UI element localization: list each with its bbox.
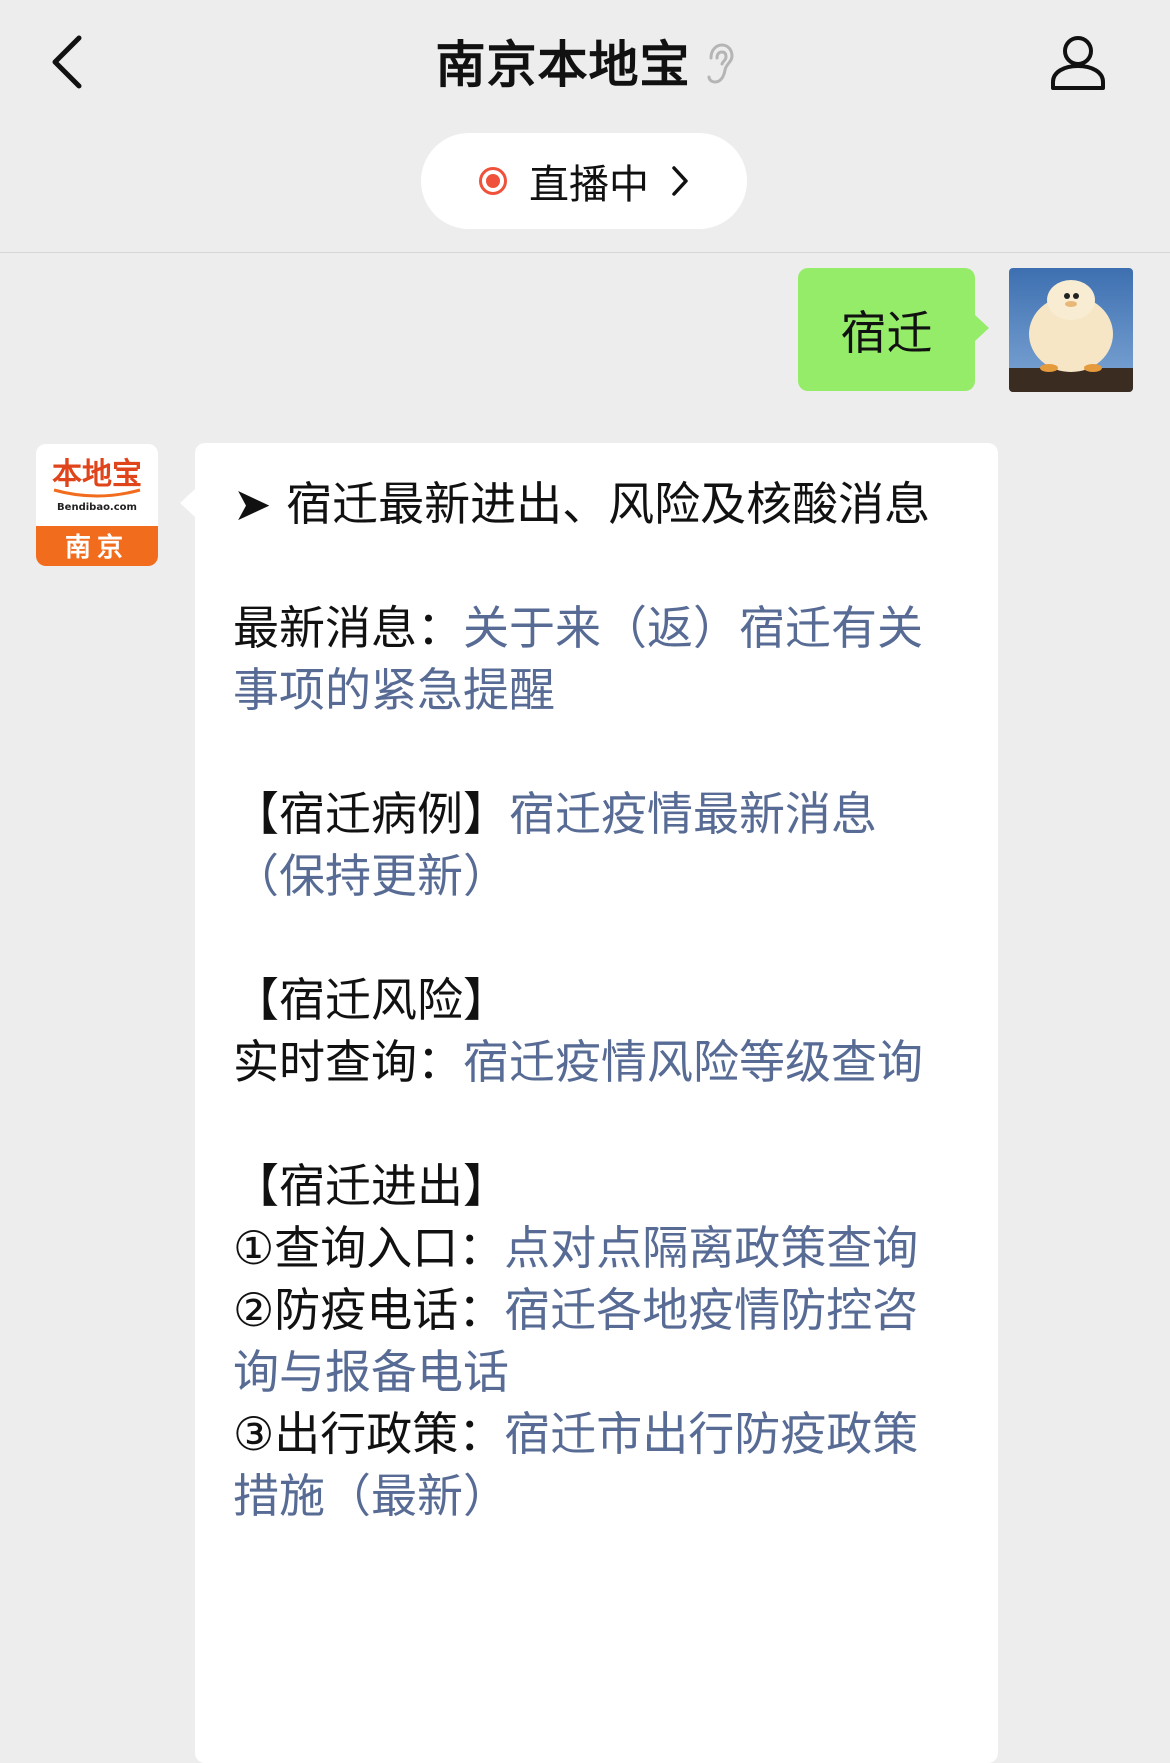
bot-logo-sub: Bendibao.com (57, 502, 137, 513)
outgoing-message-bubble[interactable]: 宿迁 (798, 268, 989, 391)
cases-label: 【宿迁病例】 (233, 787, 509, 841)
live-label: 直播中 (529, 162, 649, 208)
incoming-message-bubble: ➤ 宿迁最新进出、风险及核酸消息 最新消息：关于来（返）宿迁有关事项的紧急提醒 … (180, 443, 998, 1763)
item-1-link[interactable]: 点对点隔离政策查询 (504, 1221, 918, 1275)
item-2-label: ②防疫电话： (233, 1283, 505, 1337)
bot-logo-text: 本地宝 (52, 457, 142, 492)
latest-news-paragraph: 最新消息：关于来（返）宿迁有关事项的紧急提醒 (233, 597, 958, 721)
risk-link[interactable]: 宿迁疫情风险等级查询 (463, 1035, 923, 1089)
risk-paragraph: 实时查询：宿迁疫情风险等级查询 (233, 1031, 958, 1093)
risk-heading: 【宿迁风险】 (233, 973, 509, 1027)
live-dot-icon (479, 167, 507, 195)
item-3-label: ③出行政策： (233, 1407, 505, 1461)
title-bar: 南京本地宝 (0, 26, 1170, 96)
item-1-label: ①查询入口： (233, 1221, 505, 1275)
profile-button[interactable] (1038, 24, 1118, 104)
chat-header: 南京本地宝 直播中 (0, 0, 1170, 253)
chevron-right-icon (671, 165, 689, 197)
live-button[interactable]: 直播中 (421, 133, 747, 229)
message-headline: ➤ 宿迁最新进出、风险及核酸消息 (233, 477, 931, 531)
risk-query-label: 实时查询： (233, 1035, 463, 1089)
inout-item-1: ①查询入口：点对点隔离政策查询 (233, 1217, 958, 1279)
page-title: 南京本地宝 (435, 36, 691, 94)
inout-item-3: ③出行政策：宿迁市出行防疫政策措施（最新） (233, 1403, 958, 1527)
user-avatar[interactable] (1009, 268, 1133, 392)
cases-paragraph: 【宿迁病例】宿迁疫情最新消息（保持更新） (233, 783, 958, 907)
person-icon (1048, 32, 1108, 96)
ear-icon (705, 42, 735, 86)
latest-news-label: 最新消息： (233, 601, 463, 655)
outgoing-message-text: 宿迁 (840, 305, 933, 360)
bot-logo-city: 南京 (65, 532, 129, 563)
inout-heading: 【宿迁进出】 (233, 1159, 509, 1213)
bendibao-avatar[interactable]: 本地宝 Bendibao.com 南京 (36, 444, 158, 566)
inout-item-2: ②防疫电话：宿迁各地疫情防控咨询与报备电话 (233, 1279, 958, 1403)
